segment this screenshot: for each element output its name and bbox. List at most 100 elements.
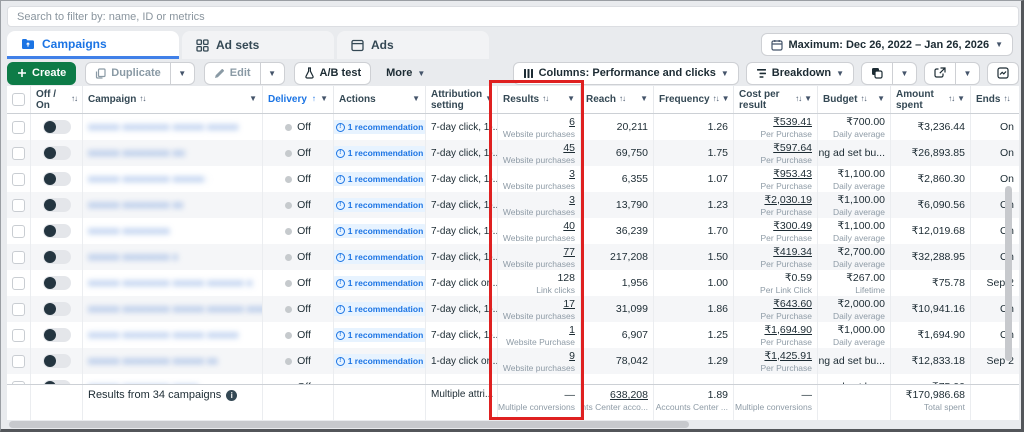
recommendation-badge[interactable]: ! 1 recommendation xyxy=(334,328,426,342)
recommendation-badge[interactable]: ! 1 recommendation xyxy=(334,120,426,134)
cost-per-result-value[interactable]: ₹597.64 xyxy=(773,142,812,154)
recommendation-badge[interactable]: ! 1 recommendation xyxy=(334,276,426,290)
results-value[interactable]: 45 xyxy=(563,142,575,154)
duplicate-button[interactable]: Duplicate xyxy=(85,62,171,85)
cost-per-result-value[interactable]: ₹2,030.19 xyxy=(764,194,812,206)
column-header-ends[interactable]: Ends ↑↓ xyxy=(971,86,1019,113)
row-checkbox[interactable] xyxy=(12,277,25,290)
campaign-toggle[interactable] xyxy=(43,328,71,342)
sort-icon[interactable]: ↑↓ xyxy=(713,95,719,104)
cost-per-result-value[interactable]: ₹953.43 xyxy=(773,168,812,180)
campaign-toggle[interactable] xyxy=(43,354,71,368)
column-header-cost[interactable]: Cost per result ↑↓ ▼ xyxy=(734,86,818,113)
column-header-actions[interactable]: Actions ▼ xyxy=(334,86,426,113)
column-header-campaign[interactable]: Campaign ↑↓ ▼ xyxy=(83,86,263,113)
charts-button[interactable] xyxy=(987,62,1019,85)
results-value[interactable]: 40 xyxy=(563,220,575,232)
sort-icon[interactable]: ↑↓ xyxy=(619,95,625,104)
reports-dropdown[interactable]: ▼ xyxy=(893,62,917,85)
chevron-down-icon[interactable]: ▼ xyxy=(249,95,257,104)
campaign-name-redacted[interactable]: xxxxxx xxxxxxxxx xxxxxx xxxxxxx xxxxx xyxy=(88,225,173,238)
ab-test-button[interactable]: A/B test xyxy=(294,62,372,85)
column-header-frequency[interactable]: Frequency ↑↓ ▼ xyxy=(654,86,734,113)
chevron-down-icon[interactable]: ▼ xyxy=(485,95,493,104)
sort-icon[interactable]: ↑↓ xyxy=(139,95,145,104)
row-checkbox[interactable] xyxy=(12,147,25,160)
column-header-check[interactable] xyxy=(7,86,31,113)
campaign-toggle[interactable] xyxy=(43,380,71,384)
breakdown-button[interactable]: Breakdown ▼ xyxy=(746,62,854,85)
results-value[interactable]: 1 xyxy=(569,324,575,336)
more-button[interactable]: More ▼ xyxy=(386,67,425,79)
campaign-name-redacted[interactable]: xxxxxx xxxxxxxxx xxxxxx xxxxxxx xxxxx xyxy=(88,251,178,264)
results-value[interactable]: 17 xyxy=(563,298,575,310)
campaign-toggle[interactable] xyxy=(43,172,71,186)
horizontal-scrollbar[interactable] xyxy=(9,421,689,428)
column-header-delivery[interactable]: Delivery ↑ ▼ xyxy=(263,86,334,113)
results-value[interactable]: 3 xyxy=(569,194,575,206)
campaign-name-redacted[interactable]: xxxxxx xxxxxxxxx xxxxxx xxxxxxx xxxxx xyxy=(88,329,238,342)
cost-per-result-value[interactable]: ₹419.34 xyxy=(773,246,812,258)
duplicate-dropdown[interactable]: ▼ xyxy=(171,62,195,85)
export-button[interactable] xyxy=(924,62,956,85)
column-header-reach[interactable]: Reach ↑↓ ▼ xyxy=(581,86,654,113)
results-value[interactable]: 128 xyxy=(557,272,575,284)
results-value[interactable]: 3 xyxy=(569,168,575,180)
campaign-toggle[interactable] xyxy=(43,276,71,290)
campaign-name-redacted[interactable]: xxxxxx xxxxxxxxx xxxxxx xxxxxxx xxxxx xyxy=(88,355,218,368)
chevron-down-icon[interactable]: ▼ xyxy=(877,95,885,104)
cost-per-result-value[interactable]: ₹0.59 xyxy=(785,272,812,284)
chevron-down-icon[interactable]: ▼ xyxy=(804,95,812,104)
recommendation-badge[interactable]: ! 1 recommendation xyxy=(334,224,426,238)
campaign-toggle[interactable] xyxy=(43,250,71,264)
campaign-toggle[interactable] xyxy=(43,120,71,134)
create-button[interactable]: Create xyxy=(7,62,76,85)
sort-icon[interactable]: ↑↓ xyxy=(860,95,866,104)
column-header-off_on[interactable]: Off / On ↑↓ xyxy=(31,86,83,113)
cost-per-result-value[interactable]: ₹1,694.90 xyxy=(764,324,812,336)
edit-button[interactable]: Edit xyxy=(204,62,261,85)
chevron-down-icon[interactable]: ▼ xyxy=(567,95,575,104)
search-input[interactable] xyxy=(17,11,1009,23)
campaign-name-redacted[interactable]: xxxxxx xxxxxxxxx xxxxxx xxxxxxx xxxxx xyxy=(88,173,208,186)
campaign-name-redacted[interactable]: xxxxxx xxxxxxxxx xxxxxx xxxxxxx xxxxx xyxy=(88,199,183,212)
recommendation-badge[interactable]: ! 1 recommendation xyxy=(334,172,426,186)
row-checkbox[interactable] xyxy=(12,225,25,238)
reports-button[interactable] xyxy=(861,62,893,85)
row-checkbox[interactable] xyxy=(12,355,25,368)
results-value[interactable]: 77 xyxy=(563,246,575,258)
sort-icon[interactable]: ↑↓ xyxy=(542,95,548,104)
chevron-down-icon[interactable]: ▼ xyxy=(412,95,420,104)
filter-search-bar[interactable] xyxy=(7,6,1019,27)
row-checkbox[interactable] xyxy=(12,329,25,342)
chevron-down-icon[interactable]: ▼ xyxy=(722,95,730,104)
tab-campaigns[interactable]: Campaigns xyxy=(7,31,179,59)
column-header-results[interactable]: Results ↑↓ ▼ xyxy=(498,86,581,113)
export-dropdown[interactable]: ▼ xyxy=(956,62,980,85)
recommendation-badge[interactable]: ! 1 recommendation xyxy=(334,250,426,264)
cost-per-result-value[interactable]: ₹1,425.91 xyxy=(764,350,812,362)
sort-icon[interactable]: ↑ xyxy=(312,95,315,104)
row-checkbox[interactable] xyxy=(12,381,25,385)
column-header-budget[interactable]: Budget ↑↓ ▼ xyxy=(818,86,891,113)
chevron-down-icon[interactable]: ▼ xyxy=(957,95,965,104)
tab-ads[interactable]: Ads xyxy=(337,31,489,59)
chevron-down-icon[interactable]: ▼ xyxy=(640,95,648,104)
campaign-name-redacted[interactable]: xxxxxx xxxxxxxxx xxxxxx xxxxxxx xxxxx xyxy=(88,303,263,316)
cost-per-result-value[interactable]: ₹539.41 xyxy=(773,116,812,128)
campaign-toggle[interactable] xyxy=(43,198,71,212)
vertical-scrollbar[interactable] xyxy=(1005,186,1012,361)
campaign-name-redacted[interactable]: xxxxxx xxxxxxxxx xxxxxx xxxxxxx xxxxx xyxy=(88,147,185,160)
row-checkbox[interactable] xyxy=(12,251,25,264)
chevron-down-icon[interactable]: ▼ xyxy=(320,95,328,104)
results-value[interactable]: 6 xyxy=(569,116,575,128)
tab-ad-sets[interactable]: Ad sets xyxy=(182,31,334,59)
row-checkbox[interactable] xyxy=(12,121,25,134)
campaign-name-redacted[interactable]: xxxxxx xxxxxxxxx xxxxxx xxxxxxx xxxxx xyxy=(88,277,253,290)
row-checkbox[interactable] xyxy=(12,303,25,316)
summary-reach[interactable]: 638,208 xyxy=(610,389,648,401)
sort-icon[interactable]: ↑↓ xyxy=(795,95,801,104)
recommendation-badge[interactable]: ! 1 recommendation xyxy=(334,146,426,160)
edit-dropdown[interactable]: ▼ xyxy=(261,62,285,85)
campaign-name-redacted[interactable]: xxxxxx xxxxxxxxx xxxxxx xxxxxxx xxxxx xyxy=(88,381,198,385)
